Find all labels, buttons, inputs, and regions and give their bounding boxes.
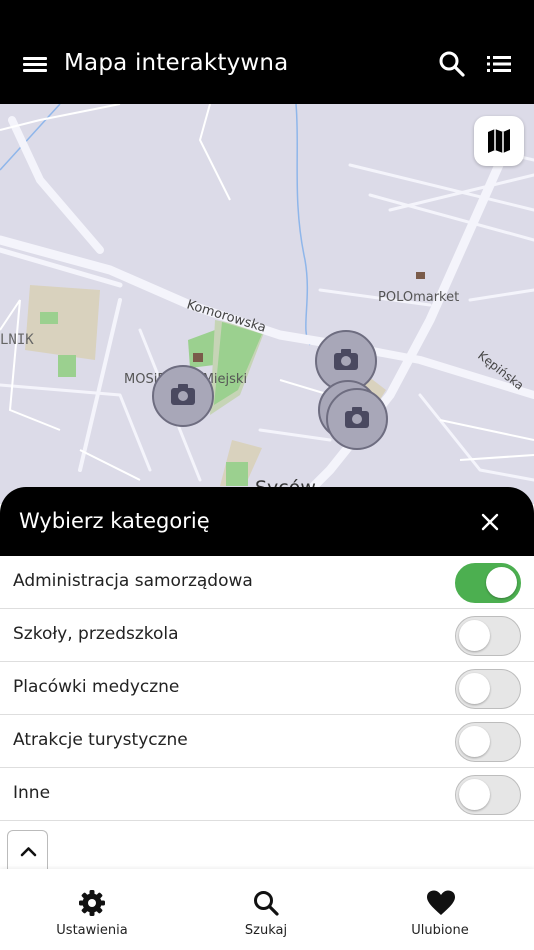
bottom-navigation: Ustawienia Szukaj Ulubione (0, 869, 534, 950)
camera-marker[interactable] (326, 388, 388, 450)
gear-icon (79, 890, 105, 916)
app-bar: Mapa interaktywna (0, 0, 534, 104)
nav-label: Ustawienia (56, 923, 128, 938)
search-icon (254, 891, 279, 916)
heart-icon (427, 890, 455, 915)
camera-marker[interactable] (152, 365, 214, 427)
nav-favorites[interactable]: Ulubione (351, 869, 529, 950)
search-icon[interactable] (438, 50, 466, 78)
category-sheet-header: Wybierz kategorię (0, 487, 534, 557)
map-label-lnik: LNIK (0, 332, 34, 348)
category-toggle[interactable] (455, 722, 521, 762)
map-icon (488, 129, 510, 153)
menu-icon[interactable] (21, 52, 49, 76)
category-row-other[interactable]: Inne (0, 768, 534, 821)
nav-search[interactable]: Szukaj (177, 869, 355, 950)
place-label-polomarket: POLOmarket (378, 290, 459, 305)
category-toggle[interactable] (455, 616, 521, 656)
nav-settings[interactable]: Ustawienia (3, 869, 181, 950)
page-title: Mapa interaktywna (64, 50, 289, 76)
list-icon[interactable] (485, 50, 513, 78)
nav-label: Ulubione (411, 923, 469, 938)
category-label: Atrakcje turystyczne (13, 730, 188, 750)
close-icon[interactable] (478, 510, 502, 534)
category-toggle[interactable] (455, 563, 521, 603)
map-view[interactable]: LNIK Komorowska Kępińska POLOmarket MOSi… (0, 104, 534, 504)
sheet-title: Wybierz kategorię (19, 509, 210, 533)
collapse-button[interactable] (7, 830, 48, 872)
category-toggle[interactable] (455, 775, 521, 815)
map-layers-button[interactable] (474, 116, 524, 166)
category-label: Szkoły, przedszkola (13, 624, 179, 644)
category-label: Administracja samorządowa (13, 571, 253, 591)
category-label: Inne (13, 783, 51, 803)
nav-label: Szukaj (244, 923, 288, 938)
category-row-schools[interactable]: Szkoły, przedszkola (0, 609, 534, 662)
category-label: Placówki medyczne (13, 677, 180, 697)
category-row-administration[interactable]: Administracja samorządowa (0, 556, 534, 609)
category-row-medical[interactable]: Placówki medyczne (0, 662, 534, 715)
category-list: Administracja samorządowa Szkoły, przeds… (0, 556, 534, 821)
category-toggle[interactable] (455, 669, 521, 709)
category-row-attractions[interactable]: Atrakcje turystyczne (0, 715, 534, 768)
map-canvas[interactable]: LNIK Komorowska Kępińska POLOmarket MOSi… (0, 104, 534, 504)
chevron-up-icon (20, 847, 37, 857)
